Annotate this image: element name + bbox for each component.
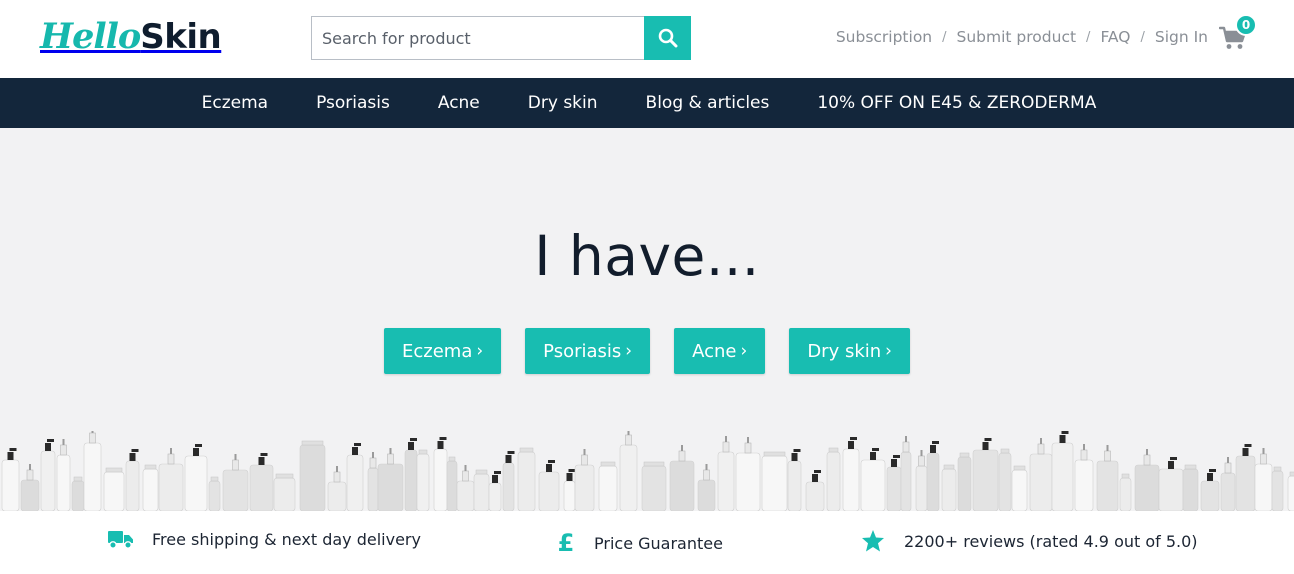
feature-shipping: Free shipping & next day delivery [108,529,421,549]
feature-text: Price Guarantee [594,533,723,553]
feature-text: Free shipping & next day delivery [152,529,421,549]
hero-banner: I have... Eczema › Psoriasis › Acne › Dr… [0,128,1294,511]
feature-text: 2200+ reviews (rated 4.9 out of 5.0) [904,531,1198,551]
condition-button-acne[interactable]: Acne › [674,328,766,374]
nav-item-psoriasis[interactable]: Psoriasis [316,93,390,113]
condition-button-label: Psoriasis [543,340,622,362]
chevron-right-icon: › [476,341,484,361]
logo-text-hello: Hello [40,16,141,57]
condition-button-psoriasis[interactable]: Psoriasis › [525,328,651,374]
search-icon [658,28,677,48]
cart-count-badge: 0 [1235,14,1257,36]
nav-item-acne[interactable]: Acne [438,93,480,113]
condition-button-dry-skin[interactable]: Dry skin › [789,328,910,374]
chevron-right-icon: › [885,341,892,361]
condition-button-label: Acne [692,340,737,362]
link-subscription[interactable]: Subscription [836,28,932,46]
logo-text-skin: Skin [140,17,222,57]
hero-title: I have... [534,224,760,288]
brand-logo[interactable]: Hello Skin [40,16,222,60]
features-bar: Free shipping & next day delivery £ Pric… [0,511,1294,574]
main-nav: Eczema Psoriasis Acne Dry skin Blog & ar… [0,78,1294,128]
site-header: Hello Skin Subscription / Submit product… [0,0,1294,78]
chevron-right-icon: › [740,341,748,361]
product-bottles-illustration [1,431,1294,511]
search-bar [311,16,691,60]
pound-icon: £ [557,529,575,557]
condition-button-label: Dry skin [807,340,882,362]
nav-item-eczema[interactable]: Eczema [202,93,268,113]
link-faq[interactable]: FAQ [1100,28,1130,46]
star-icon [860,529,886,553]
condition-button-eczema[interactable]: Eczema › [384,328,502,374]
condition-buttons: Eczema › Psoriasis › Acne › Dry skin › [0,328,1294,374]
link-separator: / [1140,29,1145,45]
search-button[interactable] [644,16,691,60]
link-separator: / [942,29,947,45]
nav-item-blog-articles[interactable]: Blog & articles [646,93,770,113]
condition-button-label: Eczema [402,340,473,362]
feature-price: £ Price Guarantee [556,529,723,557]
chevron-right-icon: › [625,341,633,361]
nav-item-dry-skin[interactable]: Dry skin [528,93,598,113]
link-separator: / [1086,29,1091,45]
feature-reviews: 2200+ reviews (rated 4.9 out of 5.0) [860,529,1198,553]
top-links: Subscription / Submit product / FAQ / Si… [836,28,1208,46]
truck-icon [108,529,134,549]
link-submit-product[interactable]: Submit product [957,28,1077,46]
nav-item-discount-promo[interactable]: 10% OFF ON E45 & ZERODERMA [817,93,1096,113]
search-input[interactable] [311,16,644,60]
link-sign-in[interactable]: Sign In [1155,28,1208,46]
